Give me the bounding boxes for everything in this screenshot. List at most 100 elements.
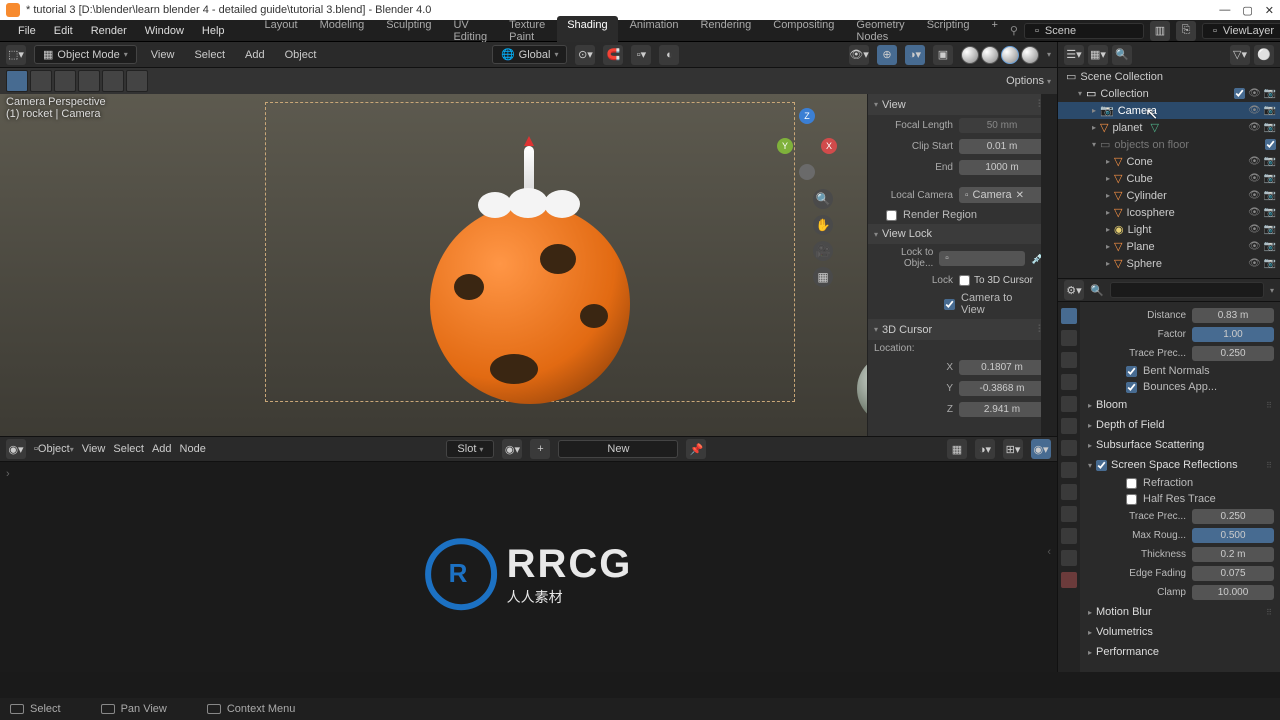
ptab-scene[interactable]	[1061, 374, 1077, 390]
tool-rotate[interactable]	[78, 70, 100, 92]
shader-menu-node[interactable]: Node	[180, 443, 206, 455]
outliner-item-cone[interactable]: ▸▽Cone👁 📷	[1058, 153, 1280, 170]
shader-type-selector[interactable]: ▫Object▾	[34, 443, 74, 455]
menu-render[interactable]: Render	[83, 23, 135, 39]
window-minimize-button[interactable]: —	[1219, 4, 1230, 17]
outliner-filter-popover[interactable]: ⚪	[1254, 45, 1274, 65]
nav-gizmo[interactable]: Z Y X	[777, 108, 837, 178]
thickness-field[interactable]: 0.2 m	[1192, 547, 1274, 562]
overlay-toggle[interactable]: ◑▾	[905, 45, 925, 65]
vp-menu-add[interactable]: Add	[239, 47, 271, 63]
tab-sculpting[interactable]: Sculpting	[376, 16, 441, 46]
material-slot-selector[interactable]: Slot	[446, 440, 494, 458]
ptab-object[interactable]	[1061, 418, 1077, 434]
pan-icon[interactable]: ✋	[813, 215, 833, 235]
view-panel-header[interactable]: ▾View⠿	[868, 94, 1051, 115]
outliner-item-cube[interactable]: ▸▽Cube👁 📷	[1058, 170, 1280, 187]
tab-compositing[interactable]: Compositing	[763, 16, 844, 46]
camera-to-view-checkbox[interactable]	[944, 299, 955, 310]
shader-node-wrangler[interactable]: ⊞▾	[1003, 439, 1023, 459]
outliner-item-cylinder[interactable]: ▸▽Cylinder👁 📷	[1058, 187, 1280, 204]
bent-normals-checkbox[interactable]	[1126, 366, 1137, 377]
ptab-viewlayer[interactable]	[1061, 352, 1077, 368]
perspective-toggle-icon[interactable]: ▦	[813, 267, 833, 287]
tab-texture-paint[interactable]: Texture Paint	[499, 16, 555, 46]
scene-selector[interactable]: ▫ Scene	[1024, 23, 1144, 39]
outliner-collection[interactable]: ▾▭Collection 👁 📷	[1058, 85, 1280, 102]
shader-editor-type[interactable]: ◉▾	[6, 439, 26, 459]
shader-menu-add[interactable]: Add	[152, 443, 172, 455]
render-region-checkbox[interactable]	[886, 210, 897, 221]
lock-to-cursor-checkbox[interactable]	[959, 275, 970, 286]
window-maximize-button[interactable]: ▢	[1242, 4, 1252, 17]
clamp-field[interactable]: 10.000	[1192, 585, 1274, 600]
clip-end-field[interactable]: 1000 m	[959, 160, 1045, 175]
menu-edit[interactable]: Edit	[46, 23, 81, 39]
outliner-item-camera[interactable]: ▸📷Camera👁 📷	[1058, 102, 1280, 119]
scene-pin-button[interactable]: ⎘	[1176, 21, 1196, 41]
3d-cursor-header[interactable]: ▾3D Cursor⠿	[868, 319, 1051, 340]
xray-toggle[interactable]: ▣	[933, 45, 953, 65]
transform-orientation[interactable]: 🌐 Global ▾	[492, 45, 568, 64]
properties-search-input[interactable]	[1110, 282, 1264, 298]
outliner-item-plane[interactable]: ▸▽Plane👁 📷	[1058, 238, 1280, 255]
viewlayer-selector[interactable]: ▫ ViewLayer	[1202, 23, 1280, 39]
ssr-enable-checkbox[interactable]	[1096, 460, 1107, 471]
shader-snap[interactable]: ◑▾	[975, 439, 995, 459]
menu-file[interactable]: File	[10, 23, 44, 39]
outliner-item-icosphere[interactable]: ▸▽Icosphere👁 📷	[1058, 204, 1280, 221]
snap-dropdown[interactable]: ▫▾	[631, 45, 651, 65]
tab-animation[interactable]: Animation	[620, 16, 689, 46]
shader-editor[interactable]: › R RRCG 人人素材 ‹	[0, 462, 1057, 672]
ptab-material[interactable]	[1061, 550, 1077, 566]
rendered-shading[interactable]	[1021, 46, 1039, 64]
outliner-display-mode[interactable]: ☰▾	[1064, 45, 1084, 65]
mode-selector[interactable]: ▦ Object Mode ▾	[34, 45, 137, 64]
ssr-trace-prec-field[interactable]: 0.250	[1192, 509, 1274, 524]
ptab-texture[interactable]	[1061, 572, 1077, 588]
material-pin[interactable]: 📌	[686, 439, 706, 459]
vp-menu-select[interactable]: Select	[188, 47, 231, 63]
tab-layout[interactable]: Layout	[255, 16, 308, 46]
half-res-checkbox[interactable]	[1126, 494, 1137, 505]
tool-scale[interactable]	[102, 70, 124, 92]
section-motion-blur[interactable]: ▸Motion Blur⠿	[1086, 602, 1274, 622]
scene-new-button[interactable]: ▥	[1150, 21, 1170, 41]
bounces-approx-checkbox[interactable]	[1126, 382, 1137, 393]
local-camera-field[interactable]: ▫ Camera ✕	[959, 187, 1045, 203]
material-new-button[interactable]: New	[558, 440, 678, 458]
material-browse[interactable]: ◉▾	[502, 439, 522, 459]
distance-field[interactable]: 0.83 m	[1192, 308, 1274, 323]
window-close-button[interactable]: ✕	[1265, 4, 1274, 17]
properties-options[interactable]: ▾	[1270, 286, 1274, 295]
tab-add-workspace[interactable]: +	[981, 16, 1007, 46]
solid-shading[interactable]	[981, 46, 999, 64]
properties-type-dropdown[interactable]: ⚙▾	[1064, 280, 1084, 300]
ptab-particles[interactable]	[1061, 462, 1077, 478]
tab-shading[interactable]: Shading	[557, 16, 617, 46]
material-new-plus[interactable]: +	[530, 439, 550, 459]
3d-viewport[interactable]: Camera Perspective (1) rocket | Camera Z…	[0, 94, 1057, 436]
section-ssr[interactable]: ▾Screen Space Reflections⠿	[1086, 455, 1274, 475]
tab-modeling[interactable]: Modeling	[310, 16, 375, 46]
edge-fading-field[interactable]: 0.075	[1192, 566, 1274, 581]
outliner-item-planet[interactable]: ▸▽planet▽👁 📷	[1058, 119, 1280, 136]
ptab-modifiers[interactable]	[1061, 440, 1077, 456]
outliner-item-sphere[interactable]: ▸▽Sphere👁 📷	[1058, 255, 1280, 272]
proportional-edit[interactable]: ◐	[659, 45, 679, 65]
menu-window[interactable]: Window	[137, 23, 192, 39]
menu-help[interactable]: Help	[194, 23, 233, 39]
visibility-dropdown[interactable]: 👁▾	[849, 45, 869, 65]
ptab-physics[interactable]	[1061, 484, 1077, 500]
shader-overlay[interactable]: ▦	[947, 439, 967, 459]
refraction-checkbox[interactable]	[1126, 478, 1137, 489]
cursor-z-field[interactable]: 2.941 m	[959, 402, 1045, 417]
shader-menu-select[interactable]: Select	[113, 443, 144, 455]
factor-field[interactable]: 1.00	[1192, 327, 1274, 342]
section-dof[interactable]: ▸Depth of Field	[1086, 415, 1274, 435]
section-performance[interactable]: ▸Performance	[1086, 642, 1274, 662]
ptab-output[interactable]	[1061, 330, 1077, 346]
outliner-new-collection[interactable]: ▽▾	[1230, 45, 1250, 65]
ptab-world[interactable]	[1061, 396, 1077, 412]
outliner-item-light[interactable]: ▸◉Light👁 📷	[1058, 221, 1280, 238]
